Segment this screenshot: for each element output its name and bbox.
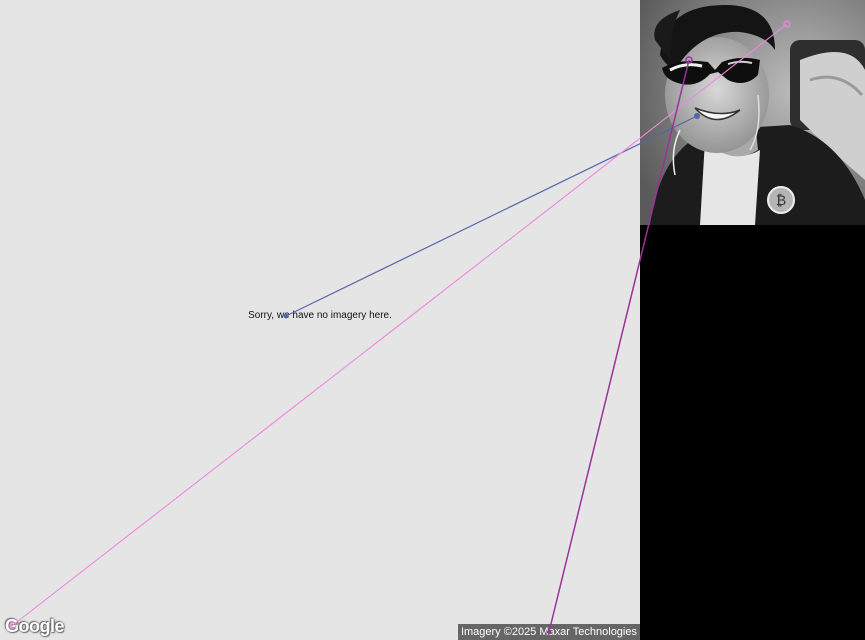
screen: Sorry, we have no imagery here. Google I… [0,0,865,640]
no-imagery-message: Sorry, we have no imagery here. [248,310,392,321]
webcam-portrait-image: ₿ [640,0,865,225]
map-view[interactable]: Sorry, we have no imagery here. Google I… [0,0,640,640]
svg-text:₿: ₿ [776,193,786,209]
google-logo: Google [5,616,65,636]
webcam-feed: ₿ [640,0,865,225]
imagery-attribution: Imagery ©2025 Maxar Technologies [457,624,640,640]
bitcoin-badge-icon: ₿ [767,186,795,214]
empty-panel [640,225,865,640]
